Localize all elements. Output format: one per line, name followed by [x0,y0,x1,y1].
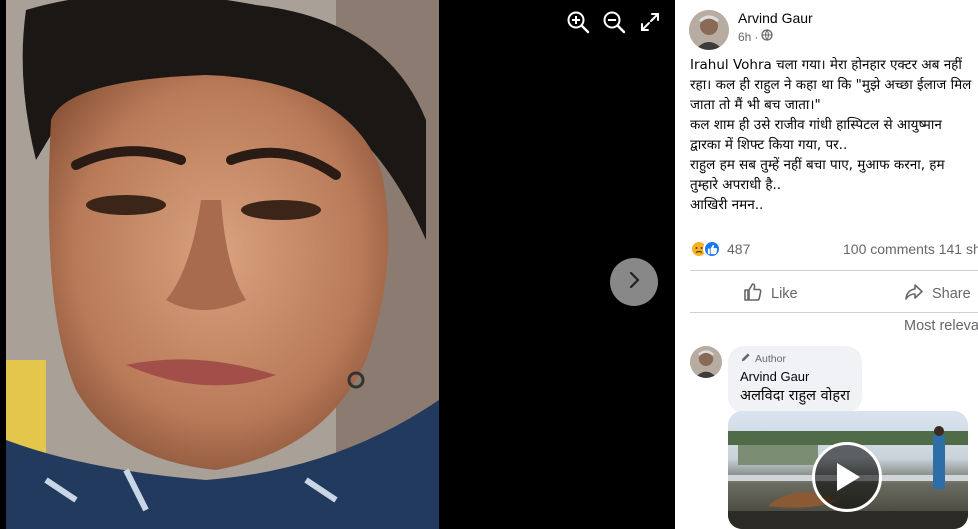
fullscreen-icon[interactable] [637,9,663,35]
next-photo-button[interactable] [610,258,658,306]
post-time[interactable]: 6h [738,30,751,44]
chevron-right-icon [624,270,644,294]
thumbs-up-icon [743,282,763,306]
comment-sort-dropdown[interactable]: Most relevant [904,318,978,334]
post-text-line: कल शाम ही उसे राजीव गांधी हास्पिटल से आय… [690,117,942,133]
post-text-line: द्वारका में शिफ्ट किया गया, पर.. [690,137,848,153]
author-info: Arvind Gaur 6h · [738,10,813,44]
pencil-icon [740,352,751,366]
comment-text: अलविदा राहुल वोहरा [740,388,850,404]
divider [690,270,978,271]
author-badge-label: Author [755,353,786,365]
reactions-summary[interactable]: 487 [690,240,750,258]
post-meta: 6h · [738,29,813,44]
share-button[interactable]: Share [904,282,971,306]
comments-shares-count[interactable]: 100 comments 141 shares [843,241,978,257]
commenter-avatar[interactable] [690,346,722,378]
photo-viewer [0,0,675,529]
post-text-line: आखिरी नमन.. [690,197,764,213]
divider [690,312,978,313]
like-reaction-icon [703,240,721,258]
post-text-line: राहुल हम सब तुम्हें नहीं बचा पाए, मुआफ क… [690,157,945,173]
post-text: Irahul Vohra चला गया। मेरा होनहार एक्टर … [690,55,978,215]
author-avatar[interactable] [689,10,729,50]
post-text-line: जाता तो मैं भी बच जाता।" [690,97,821,113]
reaction-count: 487 [727,241,751,257]
comment-item: Author Arvind Gaur अलविदा राहुल वोहरा [690,346,862,413]
photo-viewer-screen: Arvind Gaur 6h · Irahul Vohra चला गया। म… [0,0,978,529]
comment-bubble: Author Arvind Gaur अलविदा राहुल वोहरा [728,346,862,413]
viewer-toolbar [565,9,663,35]
post-header: Arvind Gaur 6h · [689,10,813,50]
post-text-line: रहा। कल ही राहुल ने कहा था कि "मुझे अच्छ… [690,77,972,93]
like-label: Like [771,286,798,302]
post-panel: Arvind Gaur 6h · Irahul Vohra चला गया। म… [675,0,978,529]
share-arrow-icon [904,282,924,306]
like-button[interactable]: Like [743,282,798,306]
share-label: Share [932,286,971,302]
meta-separator: · [754,29,759,44]
post-photo[interactable] [6,0,439,529]
zoom-in-icon[interactable] [565,9,591,35]
post-text-line: तुम्हारे अपराधी है.. [690,177,782,193]
commenter-name[interactable]: Arvind Gaur [740,369,850,384]
play-button[interactable] [812,442,882,512]
globe-icon[interactable] [761,29,774,44]
post-text-line: Irahul Vohra चला गया। मेरा होनहार एक्टर … [690,57,962,73]
author-name[interactable]: Arvind Gaur [738,10,813,26]
author-badge: Author [740,352,850,366]
zoom-out-icon[interactable] [601,9,627,35]
comment-video[interactable] [728,411,968,529]
